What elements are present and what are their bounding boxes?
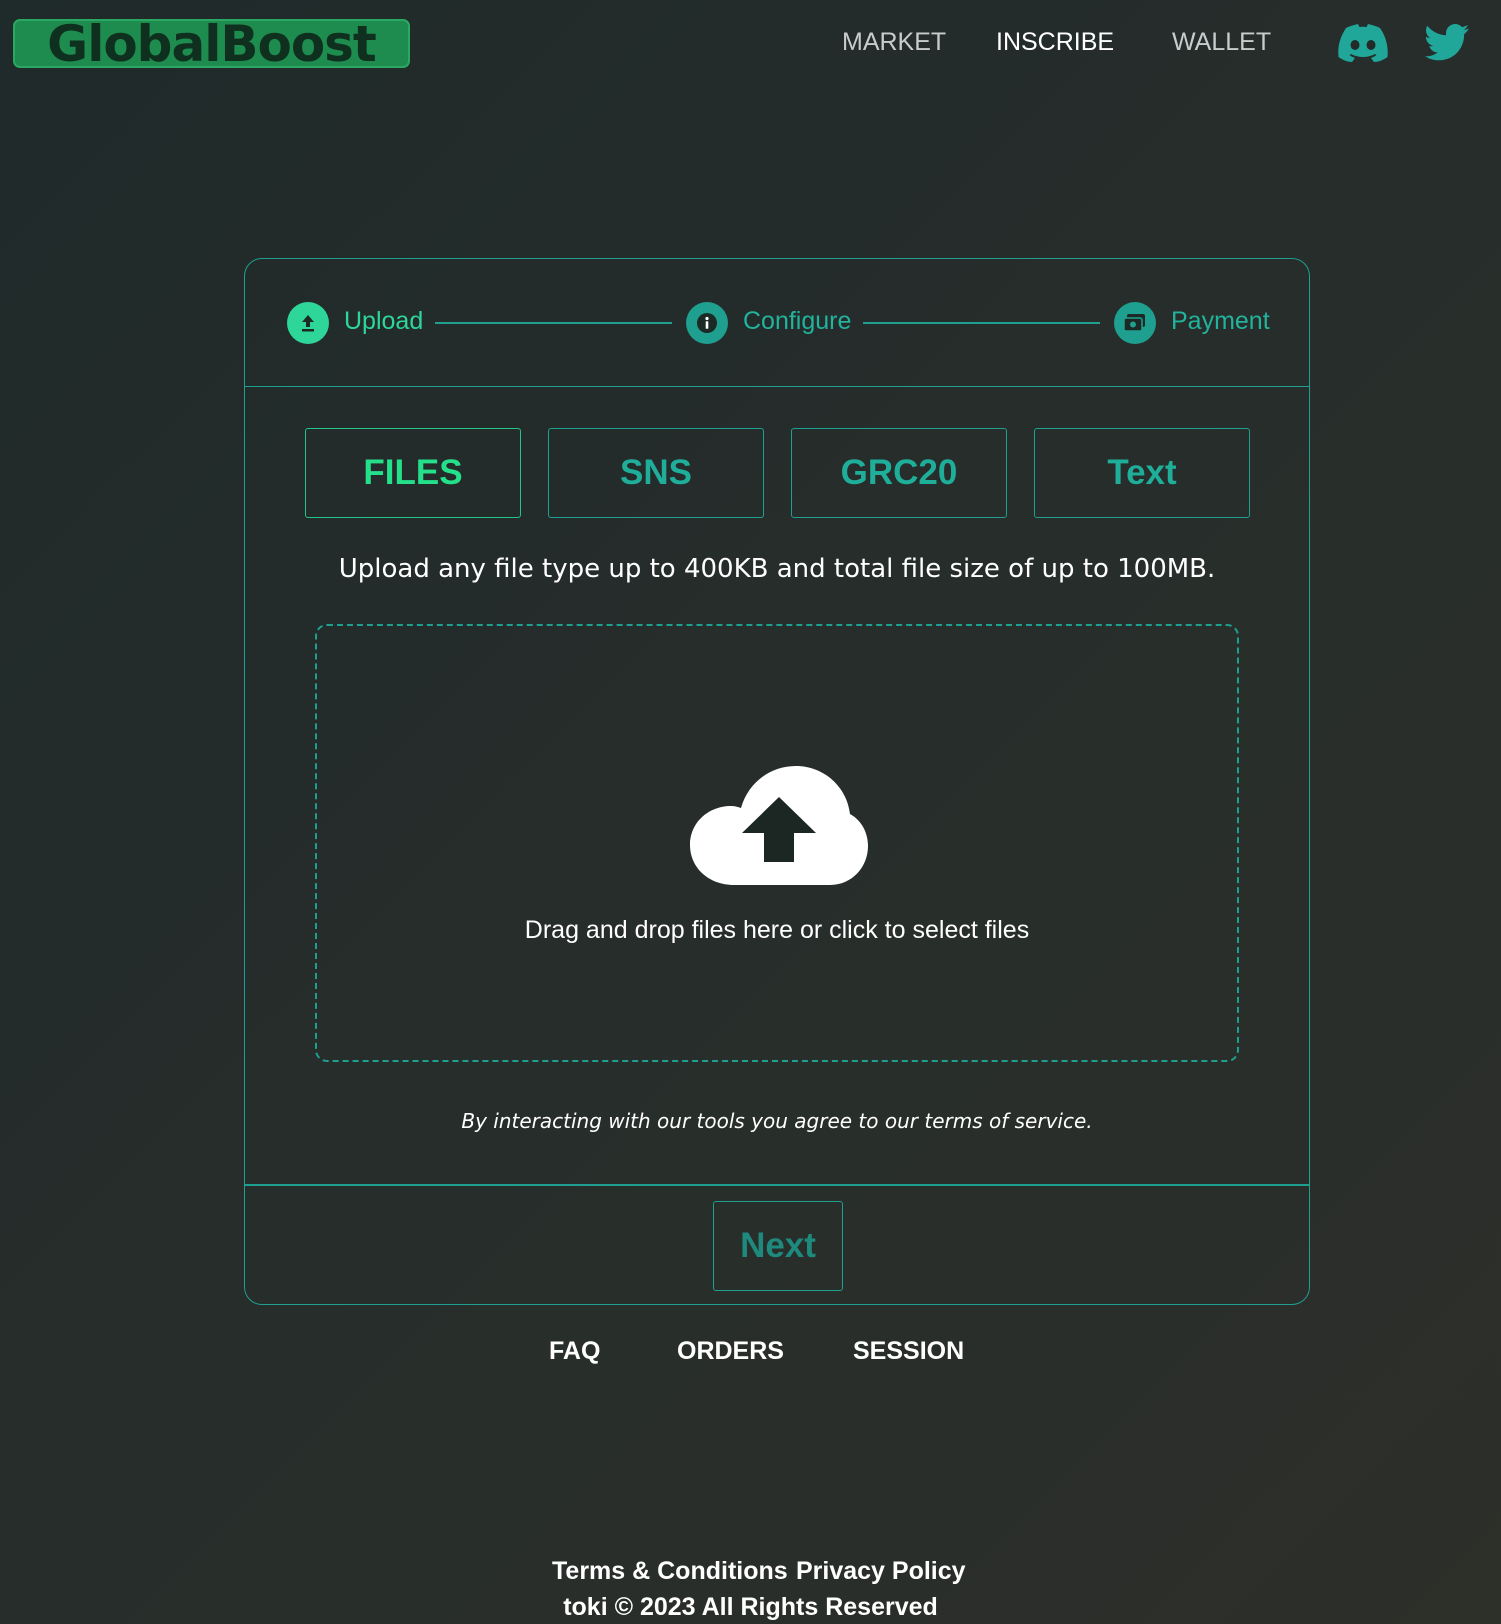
cloud-upload-icon xyxy=(690,766,868,891)
twitter-icon[interactable] xyxy=(1425,24,1469,67)
terms-link[interactable]: Terms & Conditions xyxy=(552,1557,788,1586)
tab-files[interactable]: FILES xyxy=(305,428,521,518)
privacy-link[interactable]: Privacy Policy xyxy=(796,1557,966,1586)
session-link[interactable]: SESSION xyxy=(853,1337,964,1366)
faq-link[interactable]: FAQ xyxy=(549,1337,600,1366)
file-dropzone[interactable]: Drag and drop files here or click to sel… xyxy=(315,624,1239,1062)
nav-wallet[interactable]: WALLET xyxy=(1172,28,1271,57)
info-icon xyxy=(686,302,728,344)
discord-icon[interactable] xyxy=(1338,24,1388,67)
next-button[interactable]: Next xyxy=(713,1201,843,1291)
inscribe-page: GlobalBoost MARKET INSCRIBE WALLET Uploa… xyxy=(0,0,1501,1624)
stepper: Upload Configure Payment xyxy=(245,259,1309,387)
inscribe-card: Upload Configure Payment FILES SNS GRC20… xyxy=(244,258,1310,1305)
globalboost-logo[interactable]: GlobalBoost xyxy=(13,14,410,73)
nav-market[interactable]: MARKET xyxy=(842,28,946,57)
step-payment-label: Payment xyxy=(1171,307,1270,335)
tab-grc20[interactable]: GRC20 xyxy=(791,428,1007,518)
upload-icon xyxy=(287,302,329,344)
payment-icon xyxy=(1114,302,1156,344)
tab-sns[interactable]: SNS xyxy=(548,428,764,518)
card-footer-divider xyxy=(245,1184,1309,1186)
nav-inscribe[interactable]: INSCRIBE xyxy=(996,28,1114,57)
step-connector xyxy=(863,322,1100,324)
step-configure-label: Configure xyxy=(743,307,852,335)
orders-link[interactable]: ORDERS xyxy=(677,1337,784,1366)
copyright: toki © 2023 All Rights Reserved xyxy=(563,1593,938,1621)
step-connector xyxy=(435,322,672,324)
tab-text[interactable]: Text xyxy=(1034,428,1250,518)
step-upload-label: Upload xyxy=(344,307,424,335)
logo-text: GlobalBoost xyxy=(47,14,377,73)
dropzone-text: Drag and drop files here or click to sel… xyxy=(524,916,1030,944)
upload-description: Upload any file type up to 400KB and tot… xyxy=(338,554,1216,584)
terms-notice: By interacting with our tools you agree … xyxy=(461,1109,1093,1133)
